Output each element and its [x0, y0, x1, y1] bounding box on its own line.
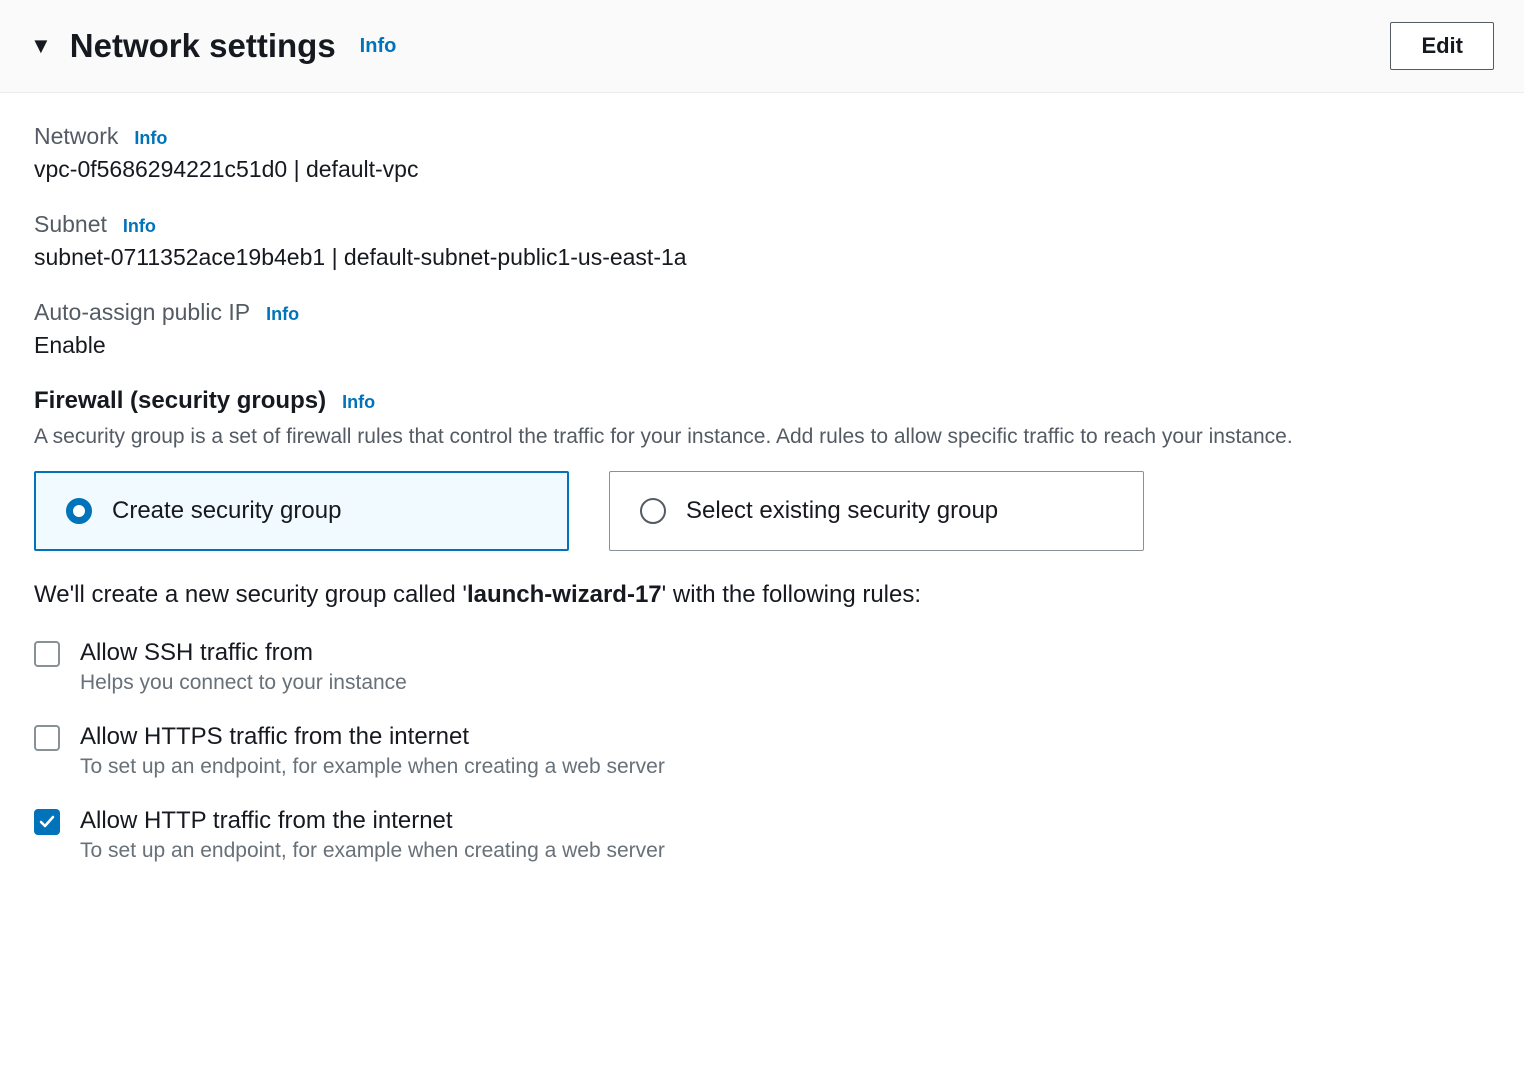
section-content: Network Info vpc-0f5686294221c51d0 | def…: [0, 93, 1524, 931]
field-firewall: Firewall (security groups) Info A securi…: [34, 387, 1490, 863]
info-link-network[interactable]: Info: [134, 128, 167, 149]
rule-label-https: Allow HTTPS traffic from the internet: [80, 723, 665, 751]
firewall-heading: Firewall (security groups): [34, 387, 326, 415]
rule-help-http: To set up an endpoint, for example when …: [80, 839, 665, 863]
checkbox-allow-http[interactable]: [34, 809, 60, 835]
field-label-auto-ip: Auto-assign public IP: [34, 299, 250, 326]
network-settings-panel: ▼ Network settings Info Edit Network Inf…: [0, 0, 1524, 931]
rule-help-https: To set up an endpoint, for example when …: [80, 755, 665, 779]
radio-icon: [66, 498, 92, 524]
rule-allow-ssh: Allow SSH traffic from Helps you connect…: [34, 639, 1490, 695]
field-label-subnet: Subnet: [34, 211, 107, 238]
rule-allow-http: Allow HTTP traffic from the internet To …: [34, 807, 1490, 863]
rule-help-ssh: Helps you connect to your instance: [80, 671, 407, 695]
field-label-network: Network: [34, 123, 118, 150]
field-auto-assign-public-ip: Auto-assign public IP Info Enable: [34, 299, 1490, 359]
field-subnet: Subnet Info subnet-0711352ace19b4eb1 | d…: [34, 211, 1490, 271]
checkbox-allow-https[interactable]: [34, 725, 60, 751]
edit-button[interactable]: Edit: [1390, 22, 1494, 70]
checkbox-allow-ssh[interactable]: [34, 641, 60, 667]
section-title: Network settings: [70, 27, 336, 65]
field-value-auto-ip: Enable: [34, 332, 1490, 359]
firewall-description: A security group is a set of firewall ru…: [34, 421, 1454, 453]
info-link-network-settings[interactable]: Info: [360, 35, 397, 58]
rule-allow-https: Allow HTTPS traffic from the internet To…: [34, 723, 1490, 779]
radio-label-select: Select existing security group: [686, 497, 998, 525]
collapse-triangle-icon[interactable]: ▼: [30, 35, 52, 57]
checkmark-icon: [39, 814, 55, 830]
radio-select-existing-security-group[interactable]: Select existing security group: [609, 471, 1144, 551]
info-link-subnet[interactable]: Info: [123, 216, 156, 237]
radio-create-security-group[interactable]: Create security group: [34, 471, 569, 551]
sg-radio-group: Create security group Select existing se…: [34, 471, 1490, 551]
info-link-firewall[interactable]: Info: [342, 392, 375, 413]
radio-label-create: Create security group: [112, 497, 341, 525]
field-value-network: vpc-0f5686294221c51d0 | default-vpc: [34, 156, 1490, 183]
sg-create-description: We'll create a new security group called…: [34, 581, 1490, 609]
field-network: Network Info vpc-0f5686294221c51d0 | def…: [34, 123, 1490, 183]
rule-label-http: Allow HTTP traffic from the internet: [80, 807, 665, 835]
radio-icon: [640, 498, 666, 524]
field-value-subnet: subnet-0711352ace19b4eb1 | default-subne…: [34, 244, 1490, 271]
info-link-auto-ip[interactable]: Info: [266, 304, 299, 325]
section-header: ▼ Network settings Info Edit: [0, 0, 1524, 93]
sg-name: launch-wizard-17: [467, 581, 662, 608]
rule-label-ssh: Allow SSH traffic from: [80, 639, 407, 667]
section-header-left: ▼ Network settings Info: [30, 27, 396, 65]
